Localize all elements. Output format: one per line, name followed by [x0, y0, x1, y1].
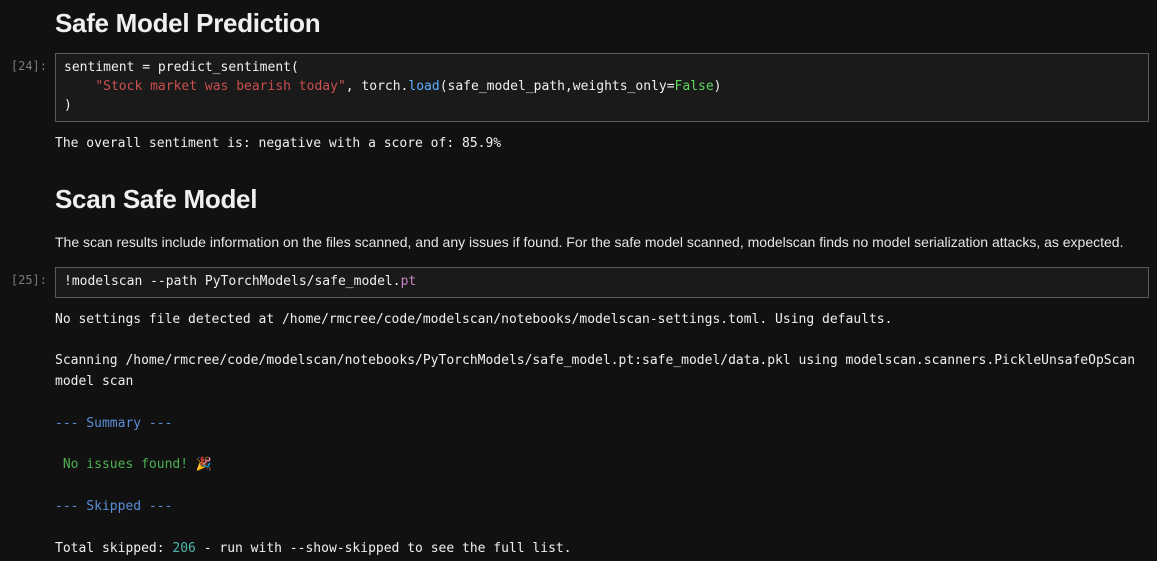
- output-text: - run with --show-skipped to see the ful…: [196, 541, 572, 556]
- cell-25: [25]: !modelscan --path PyTorchModels/sa…: [0, 267, 1157, 561]
- cell-24: [24]: sentiment = predict_sentiment( "St…: [0, 53, 1157, 156]
- code-input[interactable]: !modelscan --path PyTorchModels/safe_mod…: [55, 267, 1149, 298]
- code-text: ): [64, 98, 72, 113]
- code-text: (safe_model_path,weights_only: [440, 79, 667, 94]
- function-call: load: [408, 79, 439, 94]
- string-literal: "Stock market was bearish today": [95, 79, 345, 94]
- code-text: safe_model: [314, 274, 392, 289]
- code-text: predict_sentiment(: [150, 60, 299, 75]
- output-no-issues: No issues found! 🎉: [55, 457, 212, 472]
- code-input[interactable]: sentiment = predict_sentiment( "Stock ma…: [55, 53, 1149, 122]
- dot: .: [393, 274, 401, 289]
- output-count: 206: [172, 541, 195, 556]
- paragraph: The scan results include information on …: [55, 229, 1157, 267]
- file-extension: pt: [401, 274, 417, 289]
- output-line: No settings file detected at /home/rmcre…: [55, 312, 892, 327]
- flag-dashes: --: [150, 274, 166, 289]
- output-summary-header: --- Summary ---: [55, 416, 172, 431]
- notebook: Safe Model Prediction [24]: sentiment = …: [0, 0, 1157, 561]
- output-skipped-header: --- Skipped ---: [55, 499, 172, 514]
- operator: =: [667, 79, 675, 94]
- heading-safe-model-prediction: Safe Model Prediction: [55, 0, 1157, 53]
- keyword: False: [675, 79, 714, 94]
- code-text: path PyTorchModels: [166, 274, 307, 289]
- input-prompt: [24]:: [0, 53, 55, 156]
- indent: [64, 79, 95, 94]
- output-text: Total skipped:: [55, 541, 172, 556]
- code-text: sentiment: [64, 60, 142, 75]
- code-text: ): [714, 79, 722, 94]
- output-line: Scanning /home/rmcree/code/modelscan/not…: [55, 353, 1143, 389]
- operator: =: [142, 60, 150, 75]
- heading-scan-safe-model: Scan Safe Model: [55, 158, 1157, 229]
- input-prompt: [25]:: [0, 267, 55, 561]
- code-output: The overall sentiment is: negative with …: [55, 122, 1157, 157]
- bang: !: [64, 274, 72, 289]
- code-text: , torch.: [346, 79, 409, 94]
- code-output: No settings file detected at /home/rmcre…: [55, 298, 1157, 561]
- code-text: modelscan: [72, 274, 150, 289]
